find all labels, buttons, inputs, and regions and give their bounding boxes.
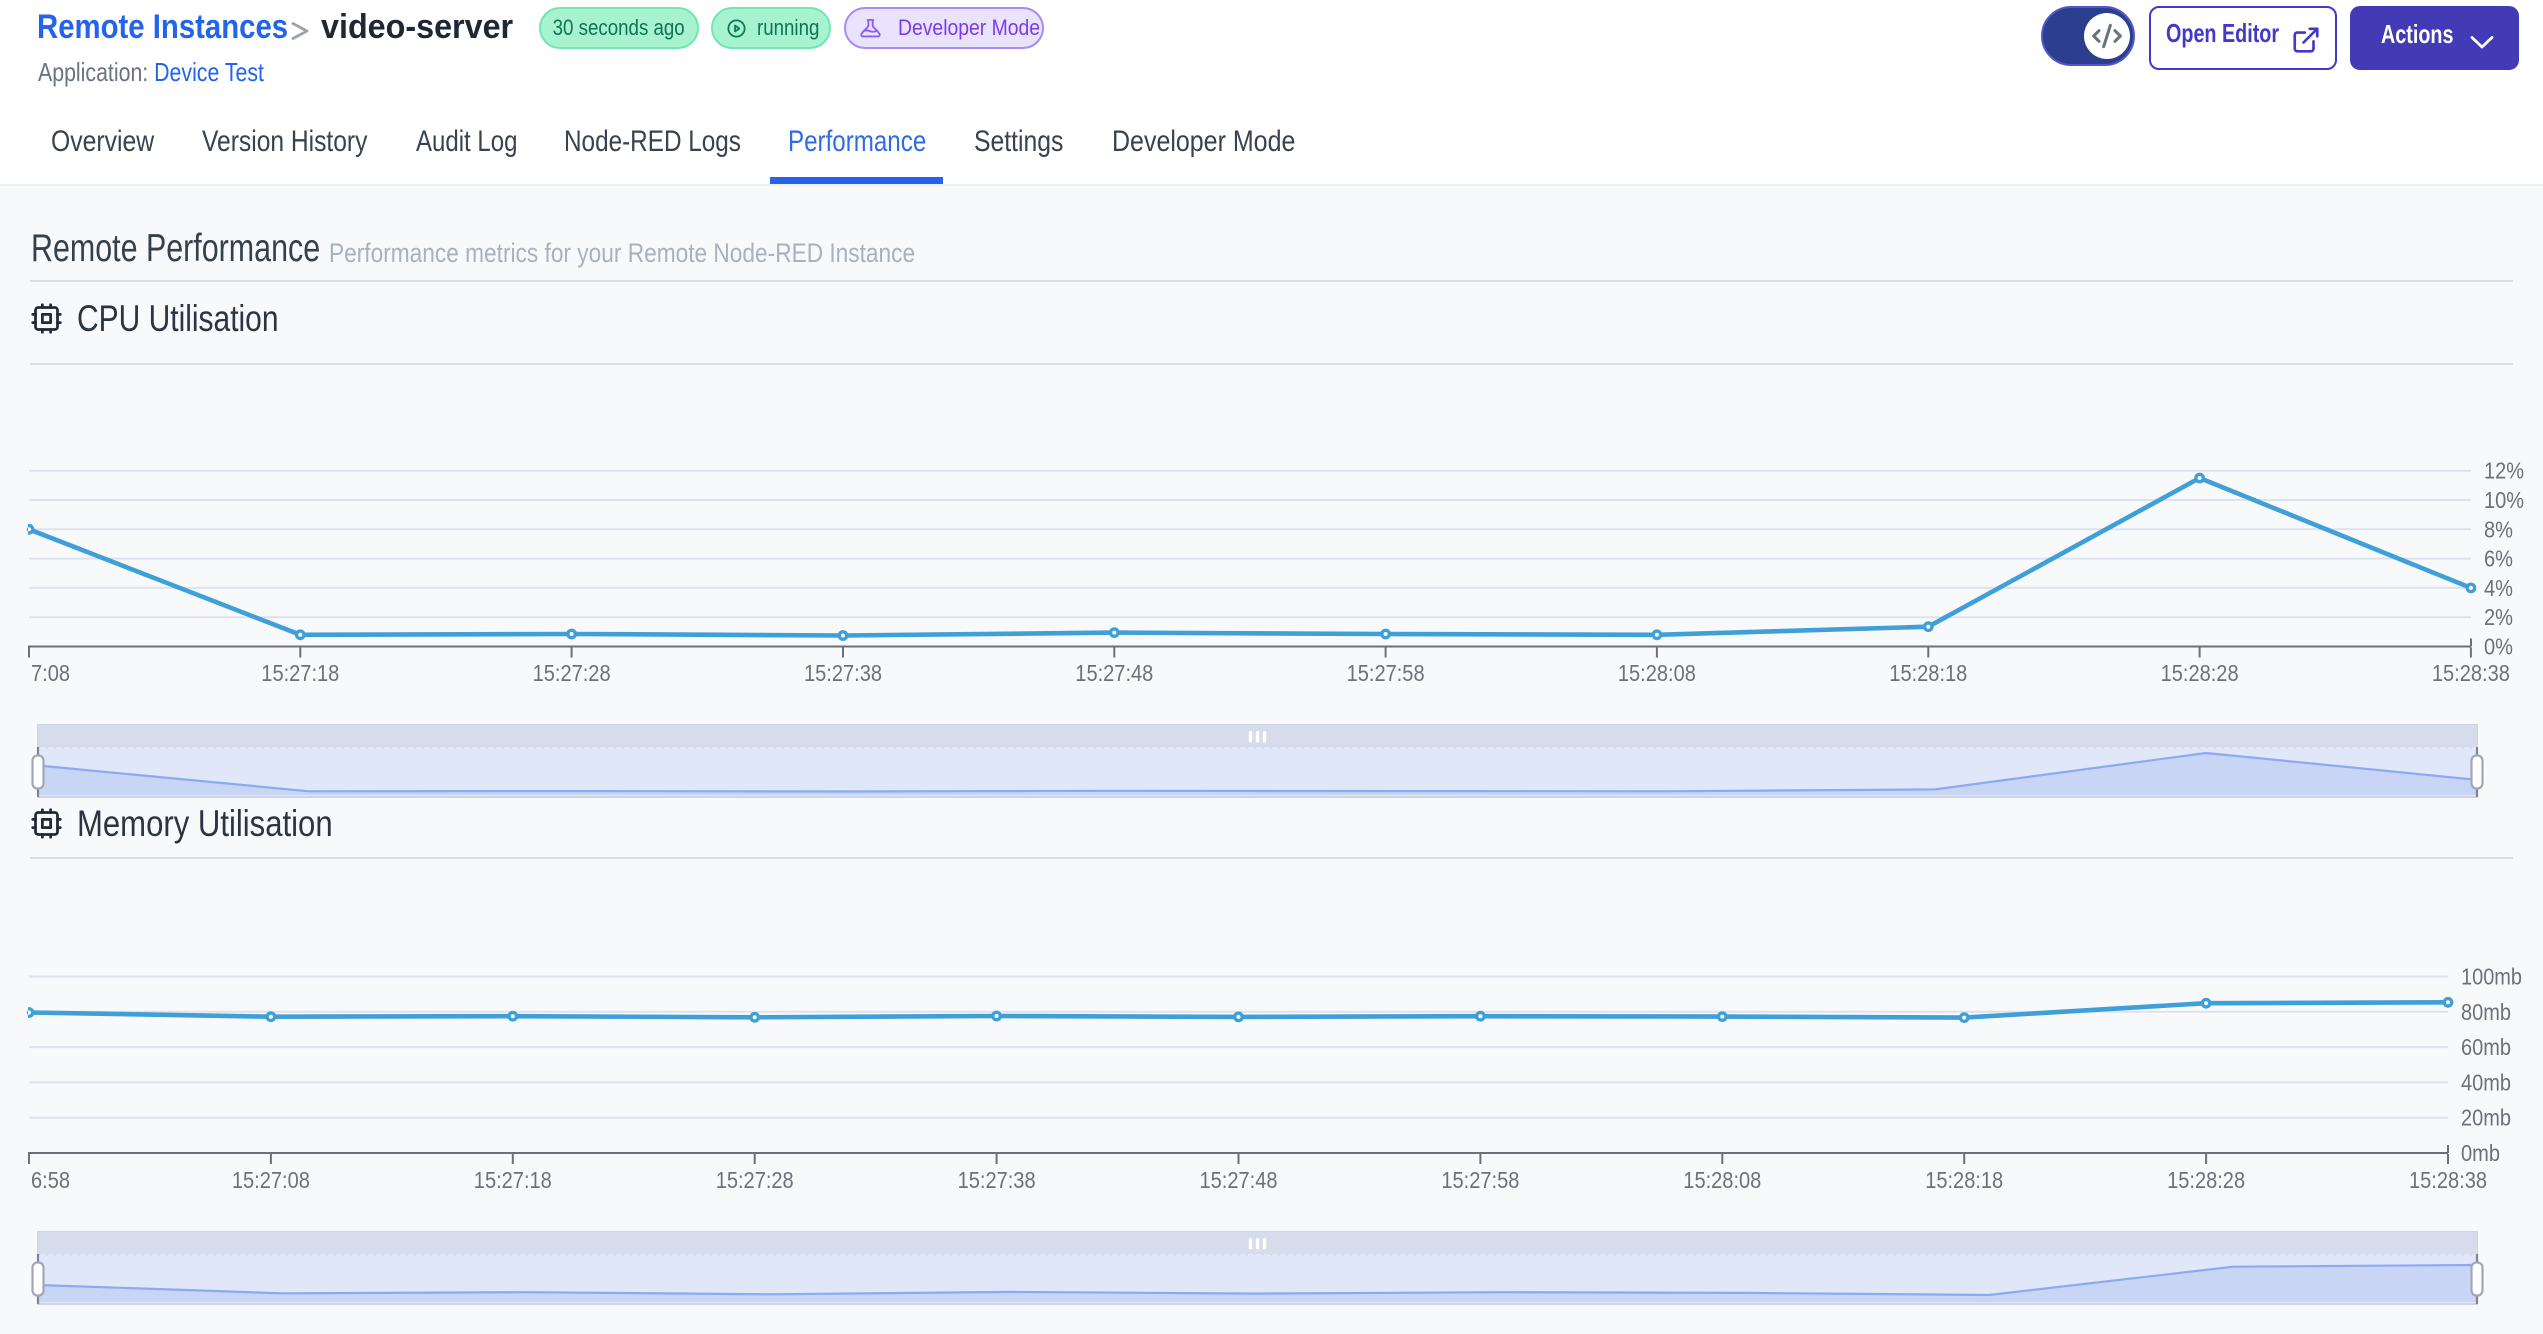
svg-text:15:27:38: 15:27:38 [804,660,882,686]
svg-text:15:28:28: 15:28:28 [2167,1167,2245,1193]
svg-text:100mb: 100mb [2461,964,2522,990]
svg-text:15:27:28: 15:27:28 [716,1167,794,1193]
svg-text:15:28:18: 15:28:18 [1889,660,1967,686]
svg-text:40mb: 40mb [2461,1069,2511,1095]
svg-text:15:27:48: 15:27:48 [1075,660,1153,686]
svg-text:15:27:18: 15:27:18 [474,1167,552,1193]
svg-text:8%: 8% [2484,516,2513,542]
svg-text:6:58: 6:58 [31,1167,70,1193]
svg-text:15:27:28: 15:27:28 [533,660,611,686]
svg-text:15:28:18: 15:28:18 [1925,1167,2003,1193]
svg-text:7:08: 7:08 [31,660,70,686]
svg-text:0mb: 0mb [2461,1140,2500,1166]
svg-text:15:27:38: 15:27:38 [958,1167,1036,1193]
svg-text:10%: 10% [2484,487,2524,513]
svg-text:12%: 12% [2484,458,2524,484]
svg-text:0%: 0% [2484,634,2513,660]
svg-text:15:28:08: 15:28:08 [1618,660,1696,686]
svg-text:60mb: 60mb [2461,1034,2511,1060]
svg-text:15:28:38: 15:28:38 [2409,1167,2487,1193]
svg-text:15:28:28: 15:28:28 [2161,660,2239,686]
svg-text:15:27:58: 15:27:58 [1347,660,1425,686]
svg-text:15:27:18: 15:27:18 [261,660,339,686]
svg-text:6%: 6% [2484,546,2513,572]
svg-text:4%: 4% [2484,575,2513,601]
svg-text:15:28:08: 15:28:08 [1683,1167,1761,1193]
svg-text:15:27:48: 15:27:48 [1200,1167,1278,1193]
svg-text:15:27:08: 15:27:08 [232,1167,310,1193]
svg-text:2%: 2% [2484,604,2513,630]
svg-text:20mb: 20mb [2461,1105,2511,1131]
svg-text:15:27:58: 15:27:58 [1441,1167,1519,1193]
svg-text:80mb: 80mb [2461,999,2511,1025]
svg-text:15:28:38: 15:28:38 [2432,660,2510,686]
